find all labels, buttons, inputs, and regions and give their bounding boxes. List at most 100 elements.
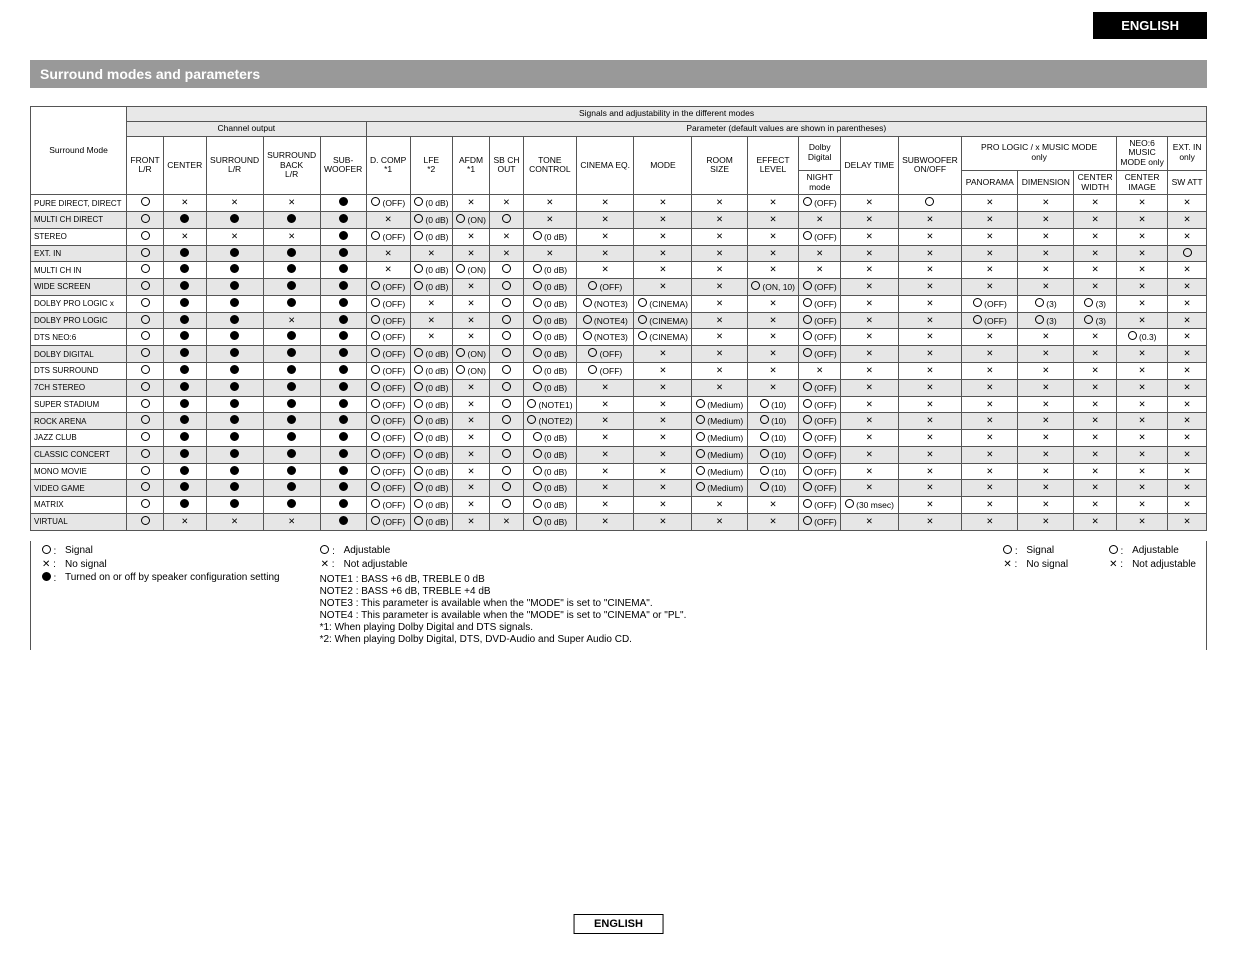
cross-icon: ✕ [288,516,295,526]
col-night-mode: NIGHTmode [799,170,841,195]
circle-icon [141,315,150,324]
cell: ✕ [634,212,692,229]
cell: ✕ [1168,346,1207,363]
filled-circle-icon [230,298,239,307]
cross-icon: ✕ [1042,415,1049,425]
cell: (OFF) [366,329,410,346]
cell [127,262,164,279]
cell [263,262,320,279]
cell: ✕ [634,480,692,497]
circle-icon [141,415,150,424]
cell: ✕ [747,228,799,245]
cell [206,430,263,447]
cell [206,480,263,497]
cell: (3) [1074,312,1117,329]
cell: ✕ [747,295,799,312]
col-surround-back-lr: SURROUNDBACKL/R [263,136,320,195]
filled-circle-icon [180,248,189,257]
col-room-size: ROOMSIZE [692,136,747,195]
cell [163,413,206,430]
cell: (OFF) [799,463,841,480]
cell: ✕ [1168,279,1207,296]
cell: ✕ [1116,245,1167,262]
filled-circle-icon [230,331,239,340]
cell [263,363,320,380]
cell: (OFF) [366,346,410,363]
cross-icon: ✕ [1139,315,1146,325]
table-row: MULTI CH DIRECT✕ (0 dB) (ON)✕✕✕✕✕✕✕✕✕✕✕✕… [31,212,1207,229]
cell: (0 dB) [410,446,452,463]
cell: ✕ [634,430,692,447]
filled-circle-icon [230,315,239,324]
cross-icon: ✕ [1042,499,1049,509]
cell: (Medium) [692,463,747,480]
table-row: JAZZ CLUB (OFF) (0 dB)✕ (0 dB)✕✕ (Medium… [31,430,1207,447]
cell [320,346,366,363]
col-mode: MODE [634,136,692,195]
row-name: VIRTUAL [31,513,127,530]
cross-icon: ✕ [926,516,933,526]
cross-icon: ✕ [231,197,238,207]
cell: (0 dB) [410,228,452,245]
filled-circle-icon [230,365,239,374]
cross-icon: ✕ [1109,559,1117,570]
col-cinema-eq: CINEMA EQ. [576,136,634,195]
cell: ✕ [962,463,1018,480]
cross-icon: ✕ [1184,298,1191,308]
cell: ✕ [841,463,899,480]
cell: (0 dB) [523,513,576,530]
cell: ✕ [1074,463,1117,480]
cell: ✕ [366,262,410,279]
circle-icon [371,382,380,391]
cell: ✕ [576,446,634,463]
cell [263,480,320,497]
cell: (10) [747,446,799,463]
cross-icon: ✕ [1184,399,1191,409]
cell: (NOTE4) [576,312,634,329]
cell: (OFF) [576,363,634,380]
cell: ✕ [366,245,410,262]
cross-icon: ✕ [467,449,474,459]
cross-icon: ✕ [716,281,723,291]
legend-item: ✕ :Not adjustable [320,559,963,570]
cross-icon: ✕ [1042,264,1049,274]
cell [490,363,524,380]
table-row: MULTI CH IN✕ (0 dB) (ON) (0 dB)✕✕✕✕✕✕✕✕✕… [31,262,1207,279]
cell [206,346,263,363]
cell: (3) [1018,295,1074,312]
legend-item: :Turned on or off by speaker configurati… [41,572,280,584]
cell: (Medium) [692,413,747,430]
cell: (Medium) [692,396,747,413]
cell [1168,245,1207,262]
cross-icon: ✕ [986,482,993,492]
legend-note: NOTE3 : This parameter is available when… [320,598,963,609]
cross-icon: ✕ [1092,348,1099,358]
circle-icon [414,264,423,273]
cross-icon: ✕ [926,281,933,291]
col-dolby-digital: DolbyDigital [799,136,841,170]
cross-icon: ✕ [1092,365,1099,375]
filled-circle-icon [180,466,189,475]
cell: ✕ [1168,413,1207,430]
cell [163,379,206,396]
cell: ✕ [841,413,899,430]
cell: ✕ [1074,228,1117,245]
cross-icon: ✕ [986,197,993,207]
circle-icon [638,298,647,307]
cell [163,262,206,279]
cross-icon: ✕ [1139,298,1146,308]
cross-icon: ✕ [986,331,993,341]
cell: (0 dB) [523,329,576,346]
cell: (30 msec) [841,497,899,514]
cross-icon: ✕ [428,248,435,258]
cell: ✕ [898,312,962,329]
row-name: STEREO [31,228,127,245]
row-name: DTS SURROUND [31,363,127,380]
cell: (10) [747,413,799,430]
filled-circle-icon [230,499,239,508]
circle-icon [696,449,705,458]
cross-icon: ✕ [1092,214,1099,224]
circle-icon [141,432,150,441]
cell: ✕ [1116,228,1167,245]
cell: (0 dB) [410,363,452,380]
